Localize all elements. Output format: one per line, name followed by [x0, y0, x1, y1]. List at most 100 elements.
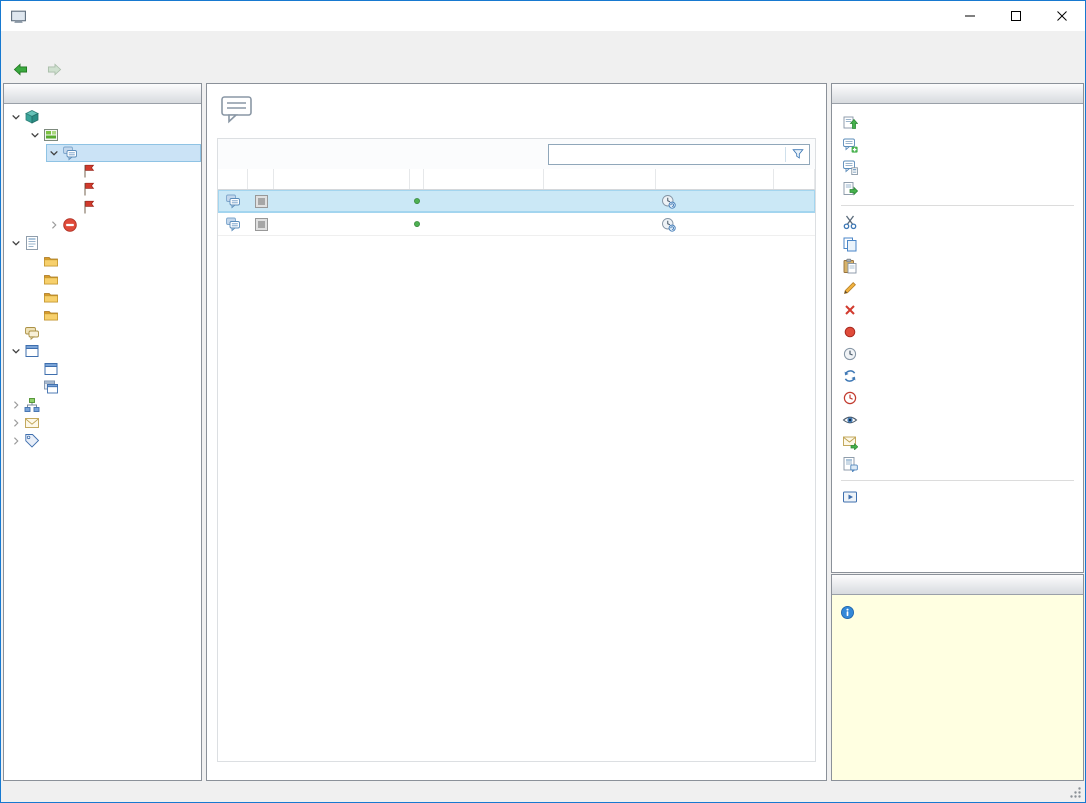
tree-item-static-messages[interactable] — [4, 324, 201, 342]
tree-item-application-pool[interactable] — [4, 342, 201, 360]
action-paste[interactable] — [832, 255, 1083, 277]
menu-file[interactable] — [7, 31, 25, 56]
chevron-expanded-icon[interactable] — [8, 109, 24, 125]
action-create-template[interactable] — [832, 453, 1083, 475]
chevron-collapsed-icon[interactable] — [8, 415, 24, 431]
resize-grip[interactable] — [1068, 785, 1083, 800]
flag-icon — [81, 163, 97, 179]
add-message-icon — [842, 137, 858, 153]
chevron-expanded-icon[interactable] — [8, 235, 24, 251]
close-button[interactable] — [1039, 1, 1085, 31]
table-row[interactable] — [218, 190, 815, 213]
action-send-as-email[interactable] — [832, 431, 1083, 453]
action-add-new-message-from-template[interactable] — [832, 156, 1083, 178]
tree-item-templates[interactable] — [4, 234, 201, 252]
chevron-collapsed-icon[interactable] — [8, 397, 24, 413]
forward-button[interactable] — [40, 59, 74, 80]
actions-list — [832, 104, 1083, 508]
tree-item-active[interactable] — [4, 180, 201, 198]
maximize-button[interactable] — [993, 1, 1039, 31]
action-cut[interactable] — [832, 211, 1083, 233]
message-groups-icon — [24, 109, 40, 125]
groups-icon — [43, 379, 59, 395]
menu-help[interactable] — [25, 31, 43, 56]
title-bar — [1, 1, 1085, 31]
tree-item-global[interactable] — [4, 252, 201, 270]
action-edit[interactable] — [832, 277, 1083, 299]
actions-separator — [841, 480, 1074, 481]
chevron-collapsed-icon[interactable] — [8, 433, 24, 449]
table-header-row — [218, 169, 815, 190]
tree-item-system-a[interactable] — [4, 288, 201, 306]
status-green-dot-icon — [412, 219, 422, 229]
maximize-icon — [1011, 11, 1021, 21]
funnel-icon — [791, 147, 805, 161]
message-group-icon — [43, 127, 59, 143]
chevron-expanded-icon[interactable] — [8, 343, 24, 359]
start-time-cell — [424, 190, 544, 212]
column-header-status — [410, 169, 424, 189]
minimize-icon — [965, 11, 975, 21]
shift-time-clock-icon — [842, 390, 858, 406]
column-header-viewed[interactable] — [656, 169, 774, 189]
tree-item-applications[interactable] — [4, 360, 201, 378]
folder-icon — [43, 271, 59, 287]
action-shift-start-time[interactable] — [832, 387, 1083, 409]
app-window — [0, 0, 1086, 803]
information-panel — [831, 574, 1084, 781]
filter-strip — [218, 139, 815, 169]
tree-item-network-pool[interactable] — [4, 396, 201, 414]
reason-cell — [274, 190, 410, 212]
viewed-clock-icon — [661, 194, 676, 209]
row-checkbox[interactable] — [254, 217, 268, 231]
action-copy[interactable] — [832, 233, 1083, 255]
end-time-cell — [544, 213, 656, 235]
tree-item-exclusions[interactable] — [4, 216, 201, 234]
message-icon — [225, 216, 241, 232]
column-header-filler — [774, 169, 815, 189]
filter-box[interactable] — [548, 143, 810, 165]
table-row[interactable] — [218, 213, 815, 236]
tree-item-pending[interactable] — [4, 162, 201, 180]
action-disable[interactable] — [832, 321, 1083, 343]
column-header-checkbox — [248, 169, 274, 189]
tree-item-email-pool[interactable] — [4, 414, 201, 432]
tree-item-groups[interactable] — [4, 378, 201, 396]
edit-pencil-icon — [842, 280, 858, 296]
row-checkbox[interactable] — [254, 194, 268, 208]
action-publish[interactable] — [832, 112, 1083, 134]
tree-item-messages[interactable] — [4, 144, 201, 162]
action-refresh-viewed[interactable] — [832, 365, 1083, 387]
tree-item-default[interactable] — [4, 126, 201, 144]
column-header-reason[interactable] — [274, 169, 410, 189]
actions-separator — [841, 205, 1074, 206]
filter-input[interactable] — [549, 147, 785, 161]
action-add-new-message[interactable] — [832, 134, 1083, 156]
applications-icon — [43, 361, 59, 377]
action-export-messages[interactable] — [832, 178, 1083, 200]
cut-icon — [842, 214, 858, 230]
action-remove[interactable] — [832, 299, 1083, 321]
action-watch-video-tutorials[interactable] — [832, 486, 1083, 508]
tree-item-interfaces[interactable] — [4, 270, 201, 288]
tree-item-completed[interactable] — [4, 198, 201, 216]
preview-eye-icon — [842, 412, 858, 428]
column-header-start-time[interactable] — [424, 169, 544, 189]
email-pool-icon — [24, 415, 40, 431]
network-pool-icon — [24, 397, 40, 413]
action-resolve-now[interactable] — [832, 343, 1083, 365]
tree-item-message-groups[interactable] — [4, 108, 201, 126]
information-message — [832, 595, 1083, 620]
chevron-collapsed-icon[interactable] — [46, 217, 62, 233]
back-button[interactable] — [6, 59, 40, 80]
column-header-end-time[interactable] — [544, 169, 656, 189]
chevron-expanded-icon[interactable] — [46, 145, 62, 161]
action-preview[interactable] — [832, 409, 1083, 431]
filter-funnel-button[interactable] — [786, 147, 809, 161]
tree-item-attribute-pool[interactable] — [4, 432, 201, 450]
folder-icon — [43, 289, 59, 305]
actions-panel — [831, 83, 1084, 573]
chevron-expanded-icon[interactable] — [27, 127, 43, 143]
tree-item-system-b[interactable] — [4, 306, 201, 324]
minimize-button[interactable] — [947, 1, 993, 31]
